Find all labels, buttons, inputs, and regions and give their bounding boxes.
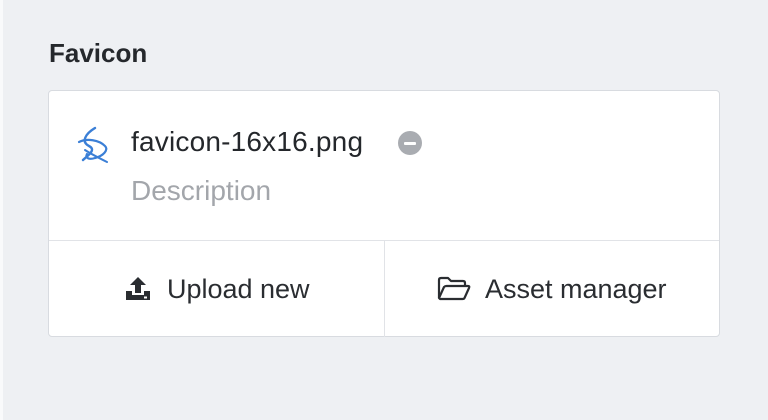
sidebar-edge [0, 0, 3, 420]
file-name: favicon-16x16.png [131, 126, 364, 157]
file-row: favicon-16x16.png [49, 91, 719, 241]
upload-icon [123, 275, 153, 303]
upload-new-button[interactable]: Upload new [49, 241, 385, 337]
description-input[interactable] [129, 171, 553, 211]
action-bar: Upload new Asset manager [49, 241, 719, 337]
remove-file-button[interactable] [398, 131, 422, 155]
section-label: Favicon [49, 38, 148, 68]
asset-manager-label: Asset manager [484, 273, 667, 304]
upload-new-label: Upload new [166, 273, 310, 304]
asset-manager-button[interactable]: Asset manager [385, 241, 720, 337]
favicon-file-icon [73, 124, 113, 166]
favicon-card: favicon-16x16.png Upload new Asset ma [48, 90, 720, 337]
folder-open-icon [437, 276, 471, 302]
